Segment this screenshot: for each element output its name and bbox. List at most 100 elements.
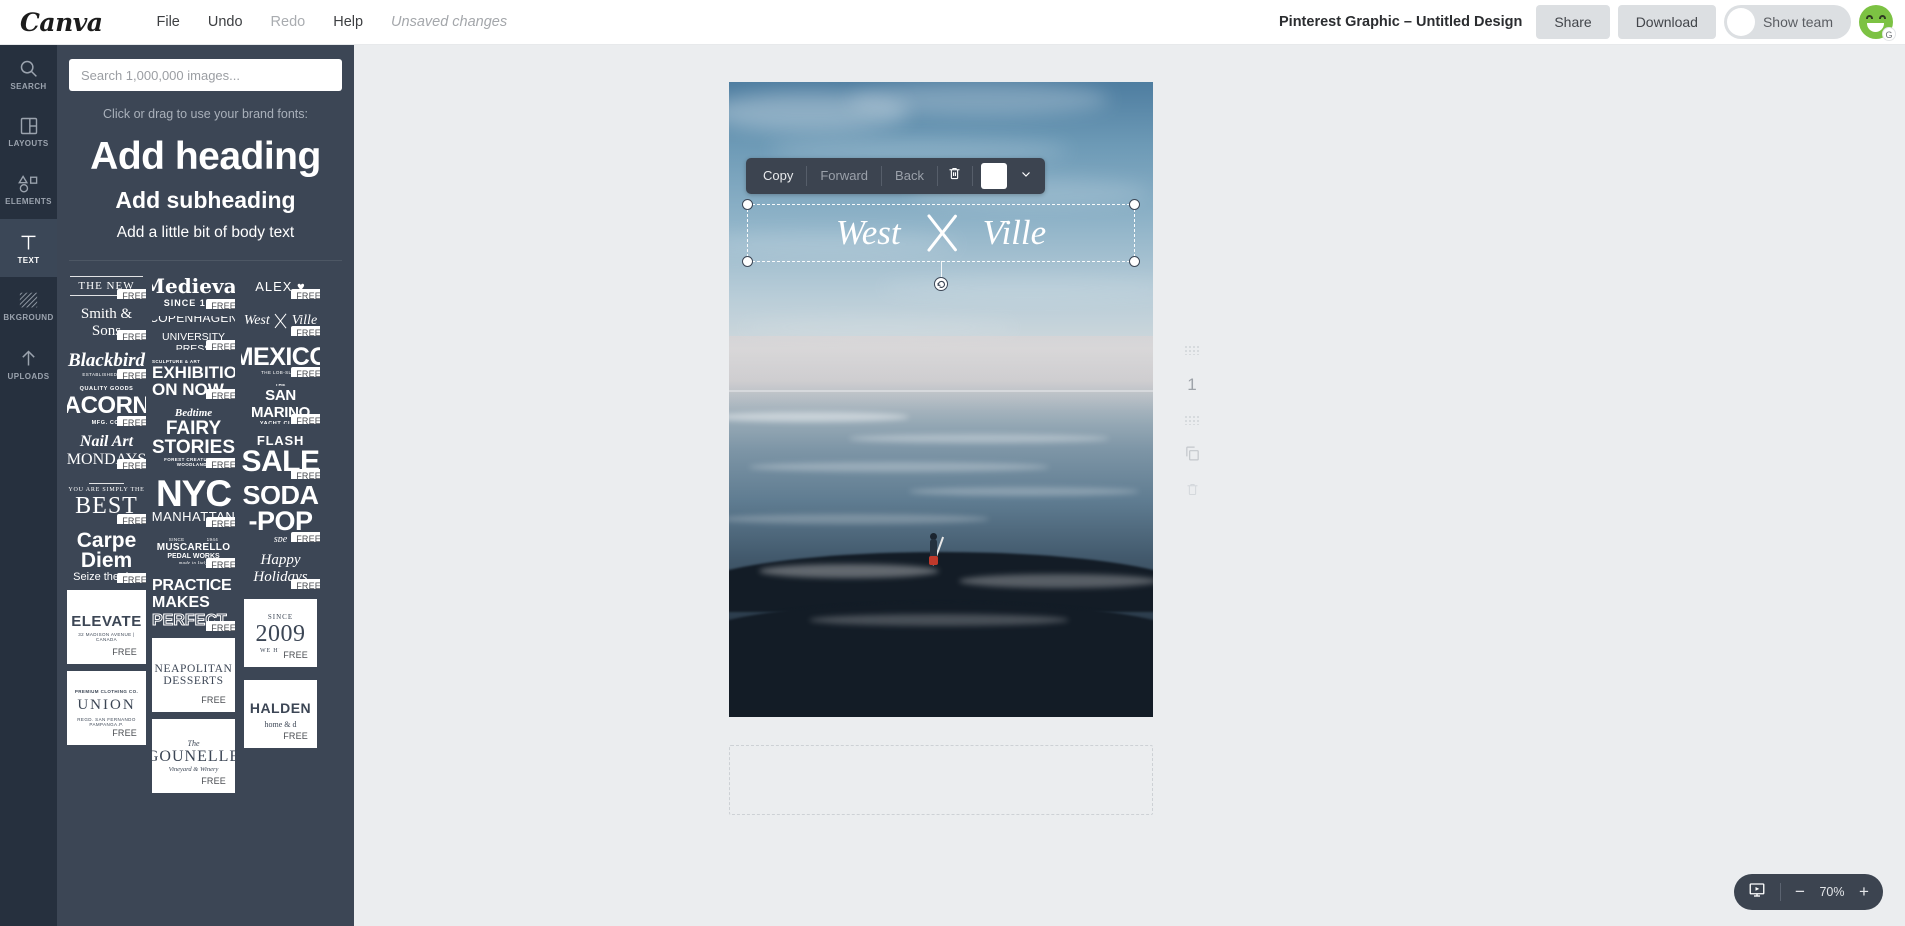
- download-button[interactable]: Download: [1617, 5, 1716, 39]
- color-swatch-button[interactable]: [980, 163, 1007, 189]
- preset-add-heading[interactable]: Add heading: [57, 135, 354, 179]
- canva-logo[interactable]: Canva: [20, 8, 103, 37]
- sidebar-item-search[interactable]: SEARCH: [0, 45, 57, 103]
- resize-handle-top-right[interactable]: [1129, 199, 1140, 210]
- present-button[interactable]: [1740, 877, 1774, 907]
- font-card-line: EXHIBITION: [152, 362, 235, 382]
- font-card-medieval[interactable]: Medieval SINCE 1611 FREE: [152, 273, 235, 309]
- page-grip-bottom-icon[interactable]: [1172, 415, 1212, 425]
- add-page-placeholder[interactable]: [729, 745, 1153, 815]
- font-card-the-new[interactable]: THE NEW FREE: [67, 273, 146, 299]
- font-card-neapolitan-desserts[interactable]: NEAPOLITAN DESSERTS FREE: [152, 638, 235, 712]
- search-field[interactable]: [69, 59, 342, 91]
- avatar-eye-left: [1866, 15, 1873, 19]
- menu-item-undo[interactable]: Undo: [194, 8, 257, 36]
- menu-item-redo[interactable]: Redo: [257, 8, 320, 36]
- search-icon: [18, 58, 39, 79]
- copy-button[interactable]: Copy: [750, 164, 806, 188]
- font-card-carpe-diem[interactable]: Carpe Diem Seize the day FREE: [67, 531, 146, 583]
- free-badge: FREE: [196, 774, 231, 789]
- rotate-handle[interactable]: [934, 277, 948, 291]
- font-card-blackbird[interactable]: Blackbird ESTABLISHED 1850 FREE: [67, 347, 146, 379]
- page-tools-rail: 1: [1172, 345, 1212, 517]
- brand-fonts-note: Click or drag to use your brand fonts:: [103, 107, 308, 121]
- resize-handle-bottom-right[interactable]: [1129, 256, 1140, 267]
- font-card-elevate[interactable]: ELEVATE 32 MADISON AVENUE | CANADA FREE: [67, 590, 146, 664]
- more-options-button[interactable]: [1013, 164, 1039, 188]
- font-card-practice-makes-perfect[interactable]: PRACTICE MAKES PERFECT FREE: [152, 575, 235, 631]
- free-badge: FREE: [117, 459, 146, 469]
- sidebar-item-background[interactable]: BKGROUND: [0, 277, 57, 335]
- font-card-mexico[interactable]: MEXICO THE LOB-SLIVE FREE: [241, 343, 320, 377]
- delete-button[interactable]: [938, 164, 972, 188]
- font-card-gounelle[interactable]: The GOUNELLE Vineyard & Winery FREE: [152, 719, 235, 793]
- free-badge: FREE: [206, 299, 235, 309]
- top-bar: Canva File Undo Redo Help Unsaved change…: [0, 0, 1905, 45]
- text-west: West: [835, 213, 901, 252]
- text-icon: [18, 232, 39, 253]
- text-ville: Ville: [982, 213, 1047, 252]
- search-input[interactable]: [81, 67, 330, 83]
- zoom-in-button[interactable]: +: [1851, 877, 1877, 907]
- zoom-value[interactable]: 70%: [1815, 885, 1849, 899]
- font-card-nail-art-mondays[interactable]: Nail Art MONDAYS FREE: [67, 433, 146, 469]
- duplicate-page-button[interactable]: [1172, 445, 1212, 462]
- free-badge: FREE: [196, 693, 231, 708]
- delete-page-button[interactable]: [1172, 482, 1212, 497]
- resize-handle-bottom-left[interactable]: [742, 256, 753, 267]
- selected-text-element[interactable]: West Ville: [742, 199, 1140, 291]
- font-card-san-marino-yacht-club[interactable]: THE SAN MARINO YACHT CLUB FREE: [241, 384, 320, 424]
- sidebar-item-text[interactable]: TEXT: [0, 219, 57, 277]
- preset-add-body-text[interactable]: Add a little bit of body text: [57, 224, 354, 242]
- font-card-line: MUSCARELLO: [156, 542, 231, 553]
- zoom-out-button[interactable]: −: [1787, 877, 1813, 907]
- font-card-bedtime-fairy-stories[interactable]: Bedtime FAIRY STORIES FOREST CREATURES &…: [152, 406, 235, 468]
- page-grip-top-icon[interactable]: [1172, 345, 1212, 355]
- font-card-halden[interactable]: HALDEN home & d FREE: [241, 677, 320, 751]
- show-team-toggle[interactable]: Show team: [1723, 5, 1851, 39]
- page-number: 1: [1172, 375, 1212, 395]
- canvas-stage[interactable]: West Ville Copy Forward Back 1 − 70% +: [354, 45, 1905, 926]
- menu-item-help[interactable]: Help: [319, 8, 377, 36]
- preset-add-subheading[interactable]: Add subheading: [57, 187, 354, 214]
- font-card-line: SINCE: [267, 612, 294, 621]
- forward-button[interactable]: Forward: [807, 164, 881, 188]
- upload-icon: [18, 348, 39, 369]
- sidebar-item-layouts[interactable]: LAYOUTS: [0, 103, 57, 161]
- font-card-you-are-simply-the-best[interactable]: YOU ARE SIMPLY THE BEST FREE: [67, 476, 146, 524]
- free-badge: FREE: [291, 469, 320, 479]
- font-card-muscarello[interactable]: SINCE 1944 MUSCARELLO PEDAL WORKS made i…: [152, 534, 235, 568]
- share-button[interactable]: Share: [1536, 5, 1610, 39]
- free-badge: FREE: [206, 558, 235, 568]
- menu-item-file[interactable]: File: [143, 8, 194, 36]
- font-card-soda-pop[interactable]: SODA -POP spe FREE: [241, 486, 320, 542]
- resize-handle-top-left[interactable]: [742, 199, 753, 210]
- avatar[interactable]: G: [1859, 5, 1896, 41]
- sidebar-label-search: SEARCH: [10, 81, 47, 91]
- font-card-nyc-manhattan[interactable]: NYC MANHATTAN FREE: [152, 475, 235, 527]
- back-button[interactable]: Back: [882, 164, 937, 188]
- font-card-line: Vineyard & Winery: [168, 766, 219, 773]
- document-title[interactable]: Pinterest Graphic – Untitled Design: [1279, 14, 1522, 30]
- free-badge: FREE: [117, 369, 146, 379]
- font-card-flash-sale[interactable]: FLASH SALE FREE: [241, 431, 320, 479]
- font-card-happy-holidays[interactable]: Happy Holidays FREE: [241, 549, 320, 589]
- font-card-exhibition-on-now[interactable]: SCULPTURE & ART EXHIBITION ON NOW FREE: [152, 357, 235, 399]
- font-column-3: ALEX ♥ FREE West Ville FREE MEXICO THE L…: [241, 273, 320, 793]
- show-team-label: Show team: [1762, 14, 1833, 30]
- sidebar-item-elements[interactable]: ELEMENTS: [0, 161, 57, 219]
- font-card-since-2009[interactable]: SINCE 2009 WE HUSTLE FREE: [241, 596, 320, 670]
- font-card-line: spe: [273, 534, 288, 542]
- sidebar-item-uploads[interactable]: UPLOADS: [0, 335, 57, 393]
- font-card-acorn[interactable]: QUALITY GOODS ACORN MFG. CO. FREE: [67, 386, 146, 426]
- font-card-line: COPENHAGEN: [152, 316, 235, 325]
- font-card-union[interactable]: PREMIUM CLOTHING CO. UNION REGD. SAN FER…: [67, 671, 146, 745]
- font-card-line: ELEVATE: [71, 612, 142, 630]
- font-card-line: Diem: [80, 549, 133, 573]
- font-card-copenhagen-university[interactable]: COPENHAGEN UNIVERSITY PRESS FREE: [152, 316, 235, 350]
- font-card-smith-and-sons[interactable]: Est. 1989 Smith & Sons VINTAGE FREE: [67, 306, 146, 340]
- sidebar-label-text: TEXT: [17, 255, 40, 265]
- font-card-line: Happy: [260, 552, 301, 568]
- font-card-alex-heart[interactable]: ALEX ♥ FREE: [241, 273, 320, 299]
- font-card-west-ville[interactable]: West Ville FREE: [241, 306, 320, 336]
